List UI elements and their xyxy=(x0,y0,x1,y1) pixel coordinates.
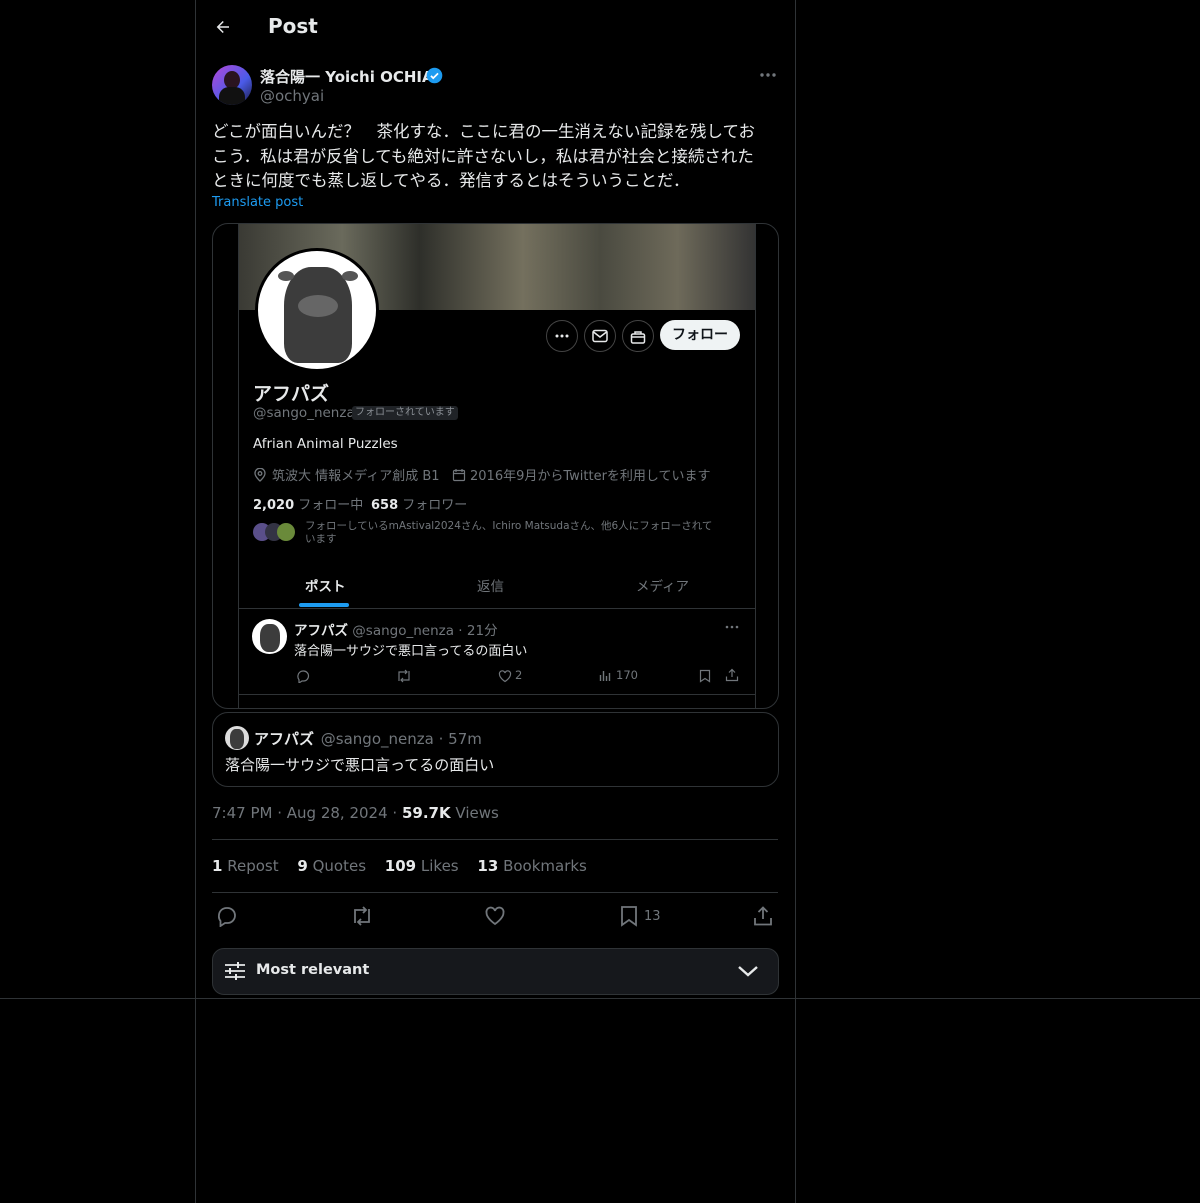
profile-avatar xyxy=(255,248,379,372)
views-label: Views xyxy=(455,804,499,822)
screenshot-name: アフパズ xyxy=(253,383,330,405)
screenshot-tab-posts: ポスト xyxy=(305,579,346,595)
sort-dropdown[interactable]: Most relevant xyxy=(212,948,779,995)
more-options-icon[interactable] xyxy=(756,66,780,84)
bookmarks-stat[interactable]: 13 Bookmarks xyxy=(477,857,586,875)
location-icon xyxy=(253,468,267,482)
screenshot-message-icon xyxy=(584,320,616,352)
screenshot-profile: フォロー アフパズ @sango_nenza フォローされています Afrian… xyxy=(238,224,756,708)
inner-like-icon xyxy=(498,669,512,683)
sliders-icon xyxy=(224,961,246,981)
inner-views-icon xyxy=(599,670,612,682)
repost-icon[interactable] xyxy=(350,905,374,927)
engagement-stats: 1 Repost 9 Quotes 109 Likes 13 Bookmarks xyxy=(212,857,587,875)
quoted-post[interactable]: アフパズ @sango_nenza · 57m 落合陽一サウジで悪口言ってるの面… xyxy=(212,712,779,787)
inner-post-more-icon xyxy=(724,622,740,632)
reposts-stat[interactable]: 1 Repost xyxy=(212,857,279,875)
likes-stat[interactable]: 109 Likes xyxy=(385,857,459,875)
post-image[interactable]: フォロー アフパズ @sango_nenza フォローされています Afrian… xyxy=(212,223,779,709)
quote-avatar xyxy=(225,726,249,750)
screenshot-handle: @sango_nenza xyxy=(253,405,355,421)
verified-badge-icon xyxy=(426,67,443,84)
inner-views-count: 170 xyxy=(616,668,638,682)
screenshot-following: 2,020 フォロー中 xyxy=(253,498,364,513)
sort-label: Most relevant xyxy=(256,962,370,978)
inner-divider xyxy=(239,694,755,695)
translate-link[interactable]: Translate post xyxy=(212,195,303,210)
screenshot-bio: Afrian Animal Puzzles xyxy=(253,436,398,452)
post-date[interactable]: Aug 28, 2024 xyxy=(287,804,388,822)
tabs-divider xyxy=(239,608,755,609)
screenshot-location: 筑波大 情報メディア創成 B1 xyxy=(272,469,440,484)
follows-you-badge: フォローされています xyxy=(352,406,458,420)
back-arrow-icon[interactable] xyxy=(212,16,234,38)
bookmark-icon[interactable] xyxy=(620,905,638,927)
inner-reply-icon xyxy=(296,669,310,683)
screenshot-followed-by: フォローしているmAstival2024さん、Ichiro Matsudaさん、… xyxy=(305,520,713,545)
screenshot-tab-replies: 返信 xyxy=(477,579,504,595)
post-meta: 7:47 PM · Aug 28, 2024 · 59.7K Views xyxy=(212,804,499,822)
inner-post-text: 落合陽一サウジで悪口言ってるの面白い xyxy=(294,644,528,659)
inner-share-icon xyxy=(725,668,739,682)
like-icon[interactable] xyxy=(484,905,506,927)
tab-indicator xyxy=(299,603,349,607)
quote-header: アフパズ @sango_nenza · 57m xyxy=(254,730,482,748)
divider xyxy=(212,839,778,840)
calendar-icon xyxy=(452,468,466,482)
author-handle[interactable]: @ochyai xyxy=(260,87,324,105)
screenshot-more-icon xyxy=(546,320,578,352)
views-count: 59.7K xyxy=(401,804,451,822)
divider xyxy=(212,892,778,893)
author-name[interactable]: 落合陽一 Yoichi OCHIAI xyxy=(260,66,439,87)
post-time[interactable]: 7:47 PM xyxy=(212,804,272,822)
screenshot-follow-button: フォロー xyxy=(660,320,740,350)
post-text: どこが面白いんだ？ 茶化すな．ここに君の一生消えない記録を残してお こう．私は君… xyxy=(212,122,756,190)
inner-repost-icon xyxy=(396,669,412,683)
inner-like-count: 2 xyxy=(515,668,523,682)
screenshot-joined: 2016年9月からTwitterを利用しています xyxy=(470,469,711,484)
screenshot-followers: 658 フォロワー xyxy=(371,498,468,513)
inner-bookmark-icon xyxy=(699,669,711,683)
page-title: Post xyxy=(268,14,318,38)
reply-icon[interactable] xyxy=(216,905,238,927)
followers-avatars xyxy=(253,522,297,542)
inner-post-avatar xyxy=(252,619,287,654)
chevron-down-icon xyxy=(737,964,759,978)
quote-text: 落合陽一サウジで悪口言ってるの面白い xyxy=(225,756,495,774)
quotes-stat[interactable]: 9 Quotes xyxy=(297,857,366,875)
divider xyxy=(0,998,1200,999)
bookmark-count: 13 xyxy=(644,909,661,924)
share-icon[interactable] xyxy=(752,905,774,927)
avatar[interactable] xyxy=(212,65,252,105)
screenshot-tab-media: メディア xyxy=(636,579,690,595)
inner-post-header: アフパズ @sango_nenza · 21分 xyxy=(294,623,498,639)
screenshot-subscribe-icon xyxy=(622,320,654,352)
